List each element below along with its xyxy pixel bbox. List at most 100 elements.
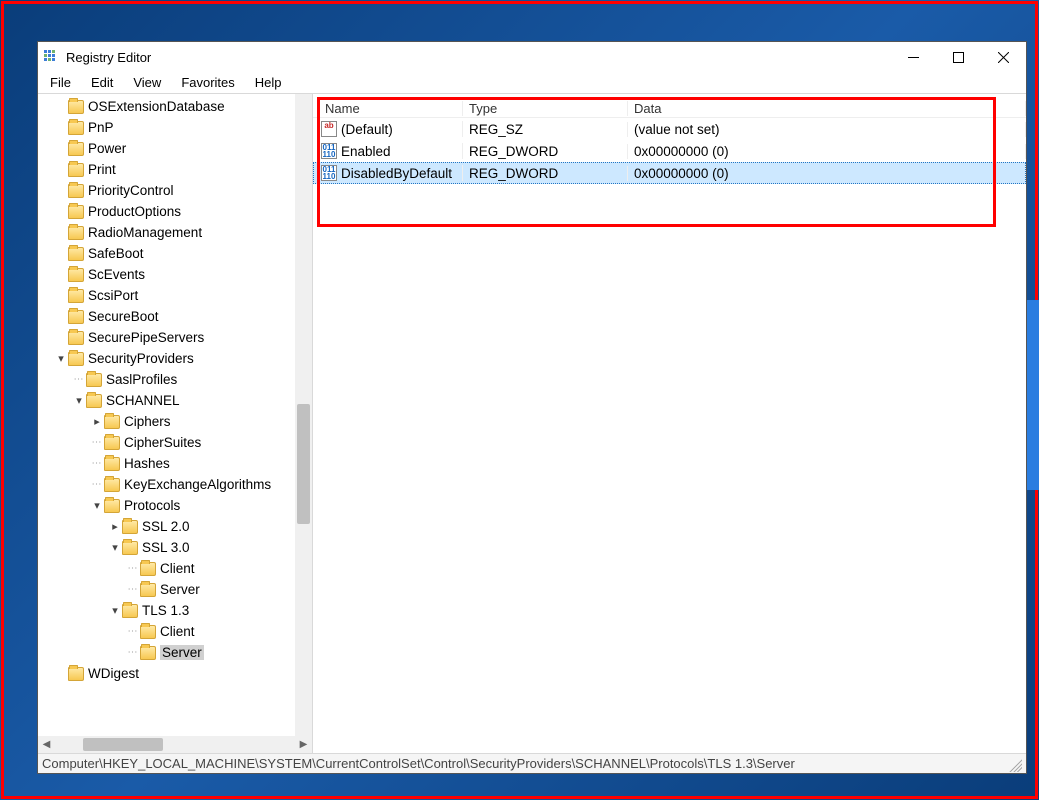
tree-item-label: Print [88, 162, 116, 177]
folder-icon [68, 352, 84, 366]
tree-item-label: CipherSuites [124, 435, 201, 450]
value-name: (Default) [341, 122, 393, 137]
tree-item[interactable]: ScEvents [38, 264, 312, 285]
tree-branch-icon: ⋯ [126, 626, 140, 637]
folder-icon [68, 226, 84, 240]
string-value-icon: ab [321, 121, 337, 137]
menu-help[interactable]: Help [251, 74, 286, 91]
value-row[interactable]: 011110DisabledByDefaultREG_DWORD0x000000… [313, 162, 1026, 184]
tree-item[interactable]: OSExtensionDatabase [38, 96, 312, 117]
scroll-right-icon[interactable]: ▶ [295, 736, 312, 753]
tree-item[interactable]: PriorityControl [38, 180, 312, 201]
tree-item[interactable]: ▸ Ciphers [38, 411, 312, 432]
tree-item-label: SSL 3.0 [142, 540, 190, 555]
folder-icon [68, 121, 84, 135]
menu-edit[interactable]: Edit [87, 74, 117, 91]
tree-item[interactable]: WDigest [38, 663, 312, 684]
registry-tree[interactable]: OSExtensionDatabase PnP Power Print Priority… [38, 94, 312, 736]
column-data[interactable]: Data [628, 101, 1026, 116]
folder-icon [140, 646, 156, 660]
folder-icon [122, 604, 138, 618]
collapse-icon[interactable]: ▾ [108, 541, 122, 554]
value-name: Enabled [341, 144, 391, 159]
tree-item-label: TLS 1.3 [142, 603, 189, 618]
tree-item[interactable]: SecureBoot [38, 306, 312, 327]
menu-file[interactable]: File [46, 74, 75, 91]
tree-item-label: SCHANNEL [106, 393, 180, 408]
tree-item[interactable]: ⋯KeyExchangeAlgorithms [38, 474, 312, 495]
tree-item-label: Power [88, 141, 126, 156]
folder-icon [86, 394, 102, 408]
collapse-icon[interactable]: ▾ [108, 604, 122, 617]
address-path: Computer\HKEY_LOCAL_MACHINE\SYSTEM\Curre… [42, 756, 1006, 771]
tree-item-label: Server [160, 582, 200, 597]
tree-item-label: SecureBoot [88, 309, 159, 324]
menubar: File Edit View Favorites Help [38, 72, 1026, 94]
tree-item[interactable]: ▾ SSL 3.0 [38, 537, 312, 558]
collapse-icon[interactable]: ▾ [72, 394, 86, 407]
menu-view[interactable]: View [129, 74, 165, 91]
folder-icon [68, 268, 84, 282]
tree-item[interactable]: ⋯Server [38, 579, 312, 600]
tree-item[interactable]: SafeBoot [38, 243, 312, 264]
tree-item[interactable]: ▸SSL 2.0 [38, 516, 312, 537]
folder-icon [104, 499, 120, 513]
folder-icon [68, 142, 84, 156]
tree-item[interactable]: ScsiPort [38, 285, 312, 306]
collapse-icon[interactable]: ▾ [54, 352, 68, 365]
folder-icon [68, 205, 84, 219]
column-name[interactable]: Name [313, 101, 463, 116]
column-type[interactable]: Type [463, 101, 628, 116]
tree-item[interactable]: SecurePipeServers [38, 327, 312, 348]
tree-item[interactable]: ▾ TLS 1.3 [38, 600, 312, 621]
tree-item[interactable]: PnP [38, 117, 312, 138]
tree-item-label: WDigest [88, 666, 139, 681]
tree-branch-icon: ⋯ [90, 437, 104, 448]
tree-item[interactable]: ⋯ Client [38, 621, 312, 642]
window-controls [891, 42, 1026, 72]
tree-item[interactable]: ▾Protocols [38, 495, 312, 516]
folder-icon [104, 478, 120, 492]
tree-item[interactable]: Print [38, 159, 312, 180]
minimize-button[interactable] [891, 42, 936, 72]
collapse-icon[interactable]: ▾ [90, 499, 104, 512]
tree-item[interactable]: ⋯Server [38, 642, 312, 663]
tree-item-label: ScEvents [88, 267, 145, 282]
tree-item-label: Client [160, 624, 195, 639]
tree-item[interactable]: ▾ SecurityProviders [38, 348, 312, 369]
tree-item[interactable]: Power [38, 138, 312, 159]
menu-favorites[interactable]: Favorites [177, 74, 238, 91]
tree-scrollbar-horizontal[interactable]: ◀ ▶ [38, 736, 312, 753]
tree-item-label: SecurityProviders [88, 351, 194, 366]
folder-icon [68, 247, 84, 261]
folder-icon [140, 625, 156, 639]
value-data: 0x00000000 (0) [628, 144, 1026, 159]
tree-item[interactable]: RadioManagement [38, 222, 312, 243]
resize-grip-icon[interactable] [1006, 756, 1022, 772]
value-row[interactable]: ab(Default)REG_SZ(value not set) [313, 118, 1026, 140]
expand-icon[interactable]: ▸ [108, 520, 122, 533]
dword-value-icon: 011110 [321, 143, 337, 159]
folder-icon [68, 100, 84, 114]
maximize-button[interactable] [936, 42, 981, 72]
tree-item-label: Ciphers [124, 414, 171, 429]
close-button[interactable] [981, 42, 1026, 72]
folder-icon [104, 457, 120, 471]
tree-item[interactable]: ProductOptions [38, 201, 312, 222]
value-row[interactable]: 011110EnabledREG_DWORD0x00000000 (0) [313, 140, 1026, 162]
tree-item[interactable]: ⋯Client [38, 558, 312, 579]
tree-item[interactable]: ⋯Hashes [38, 453, 312, 474]
dword-value-icon: 011110 [321, 165, 337, 181]
tree-item[interactable]: ▾ SCHANNEL [38, 390, 312, 411]
expand-icon[interactable]: ▸ [90, 415, 104, 428]
tree-branch-icon: ⋯ [72, 374, 86, 385]
value-type: REG_DWORD [463, 166, 628, 181]
tree-item-label: PnP [88, 120, 114, 135]
tree-item[interactable]: ⋯SaslProfiles [38, 369, 312, 390]
tree-item-label: Hashes [124, 456, 170, 471]
tree-scrollbar-vertical[interactable] [295, 94, 312, 736]
scroll-left-icon[interactable]: ◀ [38, 736, 55, 753]
tree-item[interactable]: ⋯ CipherSuites [38, 432, 312, 453]
folder-icon [68, 289, 84, 303]
registry-editor-window: Registry Editor File Edit View Favorites… [37, 41, 1027, 774]
